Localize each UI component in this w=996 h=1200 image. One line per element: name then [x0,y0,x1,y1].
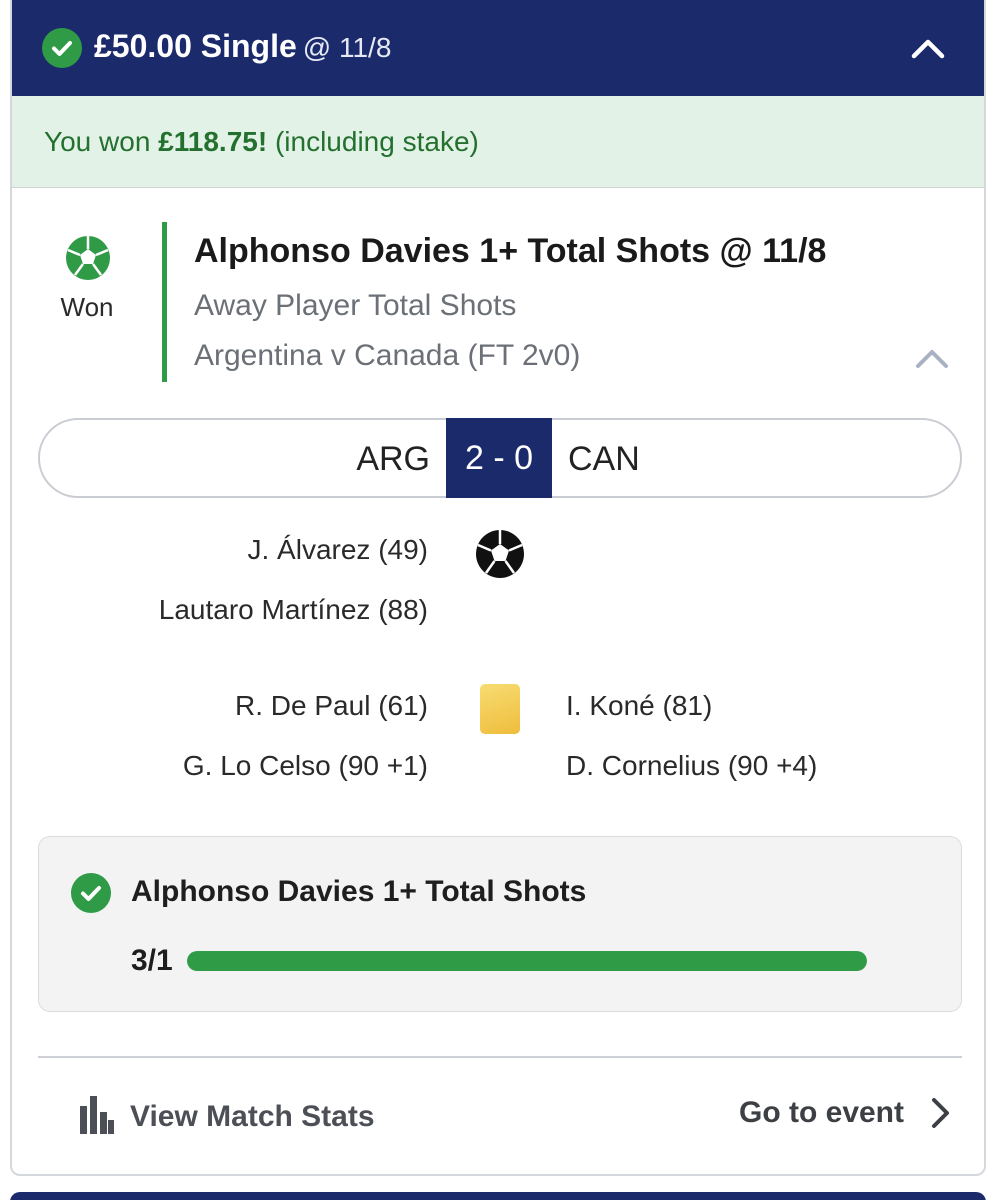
leg-market: Away Player Total Shots [194,289,517,322]
card-away-1: I. Koné (81) [566,690,713,721]
football-icon [66,236,110,280]
leg-status: Won [60,292,114,322]
leg-status-bar [162,222,167,382]
winnings-suffix: (including stake) [267,126,479,157]
bet-stake: £50.00 Single [94,28,297,64]
leg-title: Alphonso Davies 1+ Total Shots @ 11/8 [194,232,827,270]
goal-home-2: Lautaro Martínez (88) [158,594,428,625]
card-away-2: D. Cornelius (90 +4) [566,750,818,781]
progress-count: 3/1 [131,944,173,977]
yellow-card-icon [480,684,520,734]
bar-chart-icon[interactable] [80,1094,114,1134]
score: 2 - 0 [446,418,552,498]
goal-home-1: J. Álvarez (49) [247,534,429,565]
divider [38,1056,962,1058]
chevron-up-icon[interactable] [910,34,946,62]
winnings-banner: You won £118.75! (including stake) [12,96,984,188]
check-circle-icon [71,873,111,913]
progress-title: Alphonso Davies 1+ Total Shots [131,875,587,908]
winnings-amount: £118.75! [158,126,268,157]
bet-odds: @ 11/8 [302,32,392,63]
football-icon [476,530,524,578]
home-team: ARG [356,440,430,478]
card-home-2: G. Lo Celso (90 +1) [182,750,428,781]
check-circle-icon [42,28,82,68]
scoreboard: ARG 2 - 0 CAN [38,418,962,498]
next-bet-header[interactable] [10,1192,986,1200]
chevron-right-icon[interactable] [930,1096,952,1130]
leg-event: Argentina v Canada (FT 2v0) [194,339,581,372]
go-to-event-link[interactable]: Go to event [739,1094,904,1132]
card-home-1: R. De Paul (61) [235,690,428,721]
chevron-up-icon[interactable] [914,346,950,370]
view-match-stats-link[interactable]: View Match Stats [130,1098,375,1136]
bet-header[interactable]: £50.00 Single @ 11/8 [12,0,984,96]
bet-title: £50.00 Single @ 11/8 [94,26,391,68]
winnings-prefix: You won [44,126,159,157]
leg-progress-panel: Alphonso Davies 1+ Total Shots 3/1 [38,836,962,1012]
progress-track [187,951,867,971]
bet-card: £50.00 Single @ 11/8 You won £118.75! (in… [10,0,986,1176]
away-team: CAN [568,440,640,478]
progress-fill [187,951,867,971]
winnings-text: You won £118.75! (including stake) [44,124,479,160]
